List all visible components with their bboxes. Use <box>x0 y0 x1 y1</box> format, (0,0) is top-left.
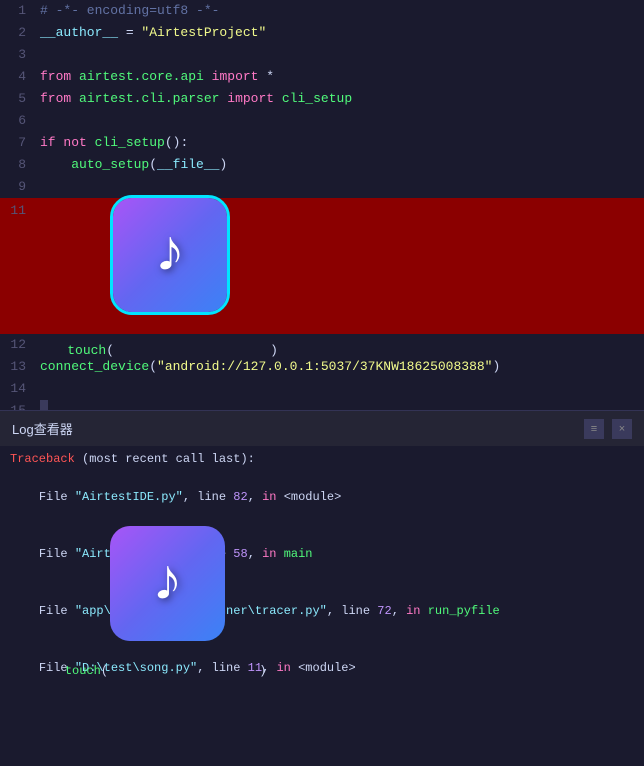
line-num-4: 4 <box>0 66 36 88</box>
line-4: 4 from airtest.core.api import * <box>0 66 644 88</box>
line-num-3: 3 <box>0 44 36 66</box>
line-num-7: 7 <box>0 132 36 154</box>
line-num-11: 11 <box>0 200 36 222</box>
log-line-1: File "AirtestIDE.py", line 82, in <modul… <box>0 469 644 526</box>
log-panel: Traceback (most recent call last): File … <box>0 446 644 766</box>
line-num-14: 14 <box>0 378 36 400</box>
touch-line-editor: touch( ) <box>36 318 278 384</box>
line-num-6: 6 <box>0 110 36 132</box>
log-controls: ≡ × <box>584 419 632 439</box>
log-line-2: File "AirtestIDE.py", line 58, in main <box>0 526 644 583</box>
music-icon-bg-editor <box>113 198 227 312</box>
line-num-8: 8 <box>0 154 36 176</box>
line-num-9: 9 <box>0 176 36 198</box>
line-content-7: if not cli_setup(): <box>36 132 644 154</box>
line-content-4: from airtest.core.api import * <box>36 66 644 88</box>
line-5: 5 from airtest.cli.parser import cli_set… <box>0 88 644 110</box>
line-num-5: 5 <box>0 88 36 110</box>
touch-line-log: touch( ) <box>36 643 266 700</box>
music-icon-editor <box>110 195 230 315</box>
line-8: 8 auto_setup(__file__) <box>0 154 644 176</box>
line-2: 2 __author__ = "AirtestProject" <box>0 22 644 44</box>
log-title: Log查看器 <box>12 419 73 438</box>
line-3: 3 <box>0 44 644 66</box>
code-editor[interactable]: 1 # -*- encoding=utf8 -*- 2 __author__ =… <box>0 0 644 410</box>
line-content-1: # -*- encoding=utf8 -*- <box>36 0 644 22</box>
line-content-5: from airtest.cli.parser import cli_setup <box>36 88 644 110</box>
music-icon-bg-log <box>110 526 225 641</box>
line-content-2: __author__ = "AirtestProject" <box>36 22 644 44</box>
line-num-13: 13 <box>0 356 36 378</box>
line-content-15 <box>36 400 644 410</box>
line-num-12: 12 <box>0 334 36 356</box>
log-line-3: File "app\widgets\code_runner\tracer.py"… <box>0 583 644 640</box>
log-expand-button[interactable]: ≡ <box>584 419 604 439</box>
line-9: 9 <box>0 176 644 198</box>
log-header: Log查看器 ≡ × <box>0 410 644 446</box>
line-6: 6 <box>0 110 644 132</box>
log-icon-spacer <box>0 697 644 766</box>
line-num-2: 2 <box>0 22 36 44</box>
line-11: 11 <box>0 198 644 334</box>
music-icon-log <box>110 526 225 641</box>
line-1: 1 # -*- encoding=utf8 -*- <box>0 0 644 22</box>
line-7: 7 if not cli_setup(): <box>0 132 644 154</box>
line-num-15: 15 <box>0 400 36 410</box>
line-num-1: 1 <box>0 0 36 22</box>
traceback-label: Traceback (most recent call last): <box>0 450 644 469</box>
line-15: 15 <box>0 400 644 410</box>
log-close-button[interactable]: × <box>612 419 632 439</box>
line-content-8: auto_setup(__file__) <box>36 154 644 176</box>
